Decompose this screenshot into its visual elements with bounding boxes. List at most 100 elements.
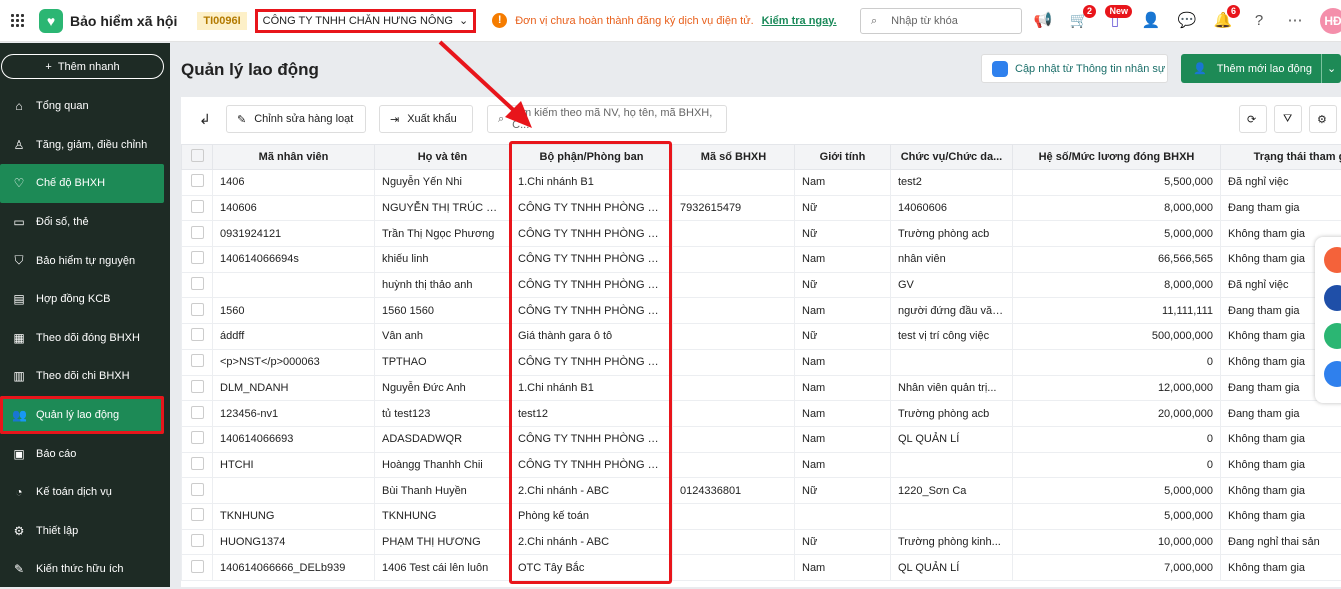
- table-cell: [673, 349, 795, 375]
- table-cell: người đứng đầu văn...: [891, 298, 1013, 324]
- sidebar-item[interactable]: ▣Báo cáo: [0, 434, 170, 473]
- column-header[interactable]: Mã nhân viên: [213, 145, 375, 170]
- sort-icon[interactable]: ↲: [199, 111, 211, 128]
- quick-add-button[interactable]: +Thêm nhanh: [1, 54, 164, 79]
- avatar[interactable]: HĐ: [1320, 8, 1341, 34]
- row-checkbox[interactable]: [182, 452, 213, 478]
- notification-badge: 6: [1227, 5, 1240, 18]
- row-checkbox[interactable]: [182, 478, 213, 504]
- floating-actions: [1315, 237, 1341, 403]
- table-row[interactable]: Bùi Thanh Huyền2.Chi nhánh - ABC01243368…: [182, 478, 1341, 504]
- row-checkbox[interactable]: [182, 503, 213, 529]
- sidebar-item[interactable]: ⛉Bảo hiểm tự nguyện: [0, 241, 170, 280]
- column-header[interactable]: Chức vụ/Chức da...: [891, 145, 1013, 170]
- column-header[interactable]: Trạng thái tham gi: [1221, 145, 1341, 170]
- row-checkbox[interactable]: [182, 298, 213, 324]
- help-icon[interactable]: ?: [1248, 10, 1270, 32]
- add-user-icon[interactable]: 👤: [1140, 10, 1162, 32]
- chatbot-icon[interactable]: [1324, 285, 1341, 311]
- row-checkbox[interactable]: [182, 170, 213, 196]
- column-header[interactable]: Họ và tên: [375, 145, 511, 170]
- table-row[interactable]: TKNHUNGTKNHUNGPhòng kế toán5,000,000Khôn…: [182, 503, 1341, 529]
- keyword-search[interactable]: ⌕Nhập từ khóa: [860, 8, 1022, 34]
- table-row[interactable]: 140614066666_DELb9391406 Test cái lên lu…: [182, 555, 1341, 581]
- sidebar-item[interactable]: ✎Kiến thức hữu ích: [0, 550, 170, 589]
- select-all-checkbox[interactable]: [182, 145, 213, 170]
- table-cell: [891, 452, 1013, 478]
- sidebar-item[interactable]: ▭Đổi số, thẻ: [0, 203, 170, 242]
- filter-button[interactable]: ⛛: [1274, 105, 1302, 133]
- table-cell: 140606: [213, 195, 375, 221]
- row-checkbox[interactable]: [182, 324, 213, 350]
- table-row[interactable]: HUONG1374PHẠM THỊ HƯƠNG2.Chi nhánh - ABC…: [182, 529, 1341, 555]
- sidebar-item[interactable]: ◔Kế toán dịch vụ: [0, 473, 170, 512]
- bulk-edit-button[interactable]: ✎Chỉnh sửa hàng loạt: [226, 105, 366, 133]
- sidebar-item[interactable]: ♡Chế độ BHXH: [0, 164, 164, 203]
- column-header[interactable]: Bộ phận/Phòng ban: [511, 145, 673, 170]
- table-row[interactable]: DLM_NDANHNguyễn Đức Anh1.Chi nhánh B1Nam…: [182, 375, 1341, 401]
- row-checkbox[interactable]: [182, 375, 213, 401]
- employee-search-input[interactable]: ⌕Tìm kiếm theo mã NV, họ tên, mã BHXH, C…: [487, 105, 727, 133]
- sidebar-item[interactable]: 👥Quản lý lao động: [0, 396, 164, 435]
- table-row[interactable]: HTCHIHoàngg Thanhh ChiiCÔNG TY TNHH PHÒN…: [182, 452, 1341, 478]
- table-cell: 1406 Test cái lên luôn: [375, 555, 511, 581]
- megaphone-icon[interactable]: 📢: [1032, 10, 1054, 32]
- check-now-link[interactable]: Kiểm tra ngay.: [762, 15, 837, 27]
- table-cell: Nữ: [795, 195, 891, 221]
- ai-assistant-icon[interactable]: [1324, 247, 1341, 273]
- sidebar-item[interactable]: ⚙Thiết lập: [0, 512, 170, 551]
- row-checkbox[interactable]: [182, 529, 213, 555]
- keyword-search-input[interactable]: Nhập từ khóa: [891, 15, 958, 27]
- table-row[interactable]: <p>NST</p>000063TPTHAOCÔNG TY TNHH PHÒNG…: [182, 349, 1341, 375]
- table-cell: [673, 272, 795, 298]
- table-row[interactable]: 15601560 1560CÔNG TY TNHH PHÒNG QTD...Na…: [182, 298, 1341, 324]
- app-grid-icon[interactable]: [11, 14, 25, 28]
- sync-hr-button[interactable]: Cập nhật từ Thông tin nhân sự: [981, 54, 1168, 83]
- table-row[interactable]: 140614066693ADASDADWQRCÔNG TY TNHH PHÒNG…: [182, 426, 1341, 452]
- cart-icon[interactable]: 🛒2: [1068, 10, 1090, 32]
- row-checkbox[interactable]: [182, 401, 213, 427]
- table-cell: 8,000,000: [1013, 272, 1221, 298]
- column-header[interactable]: Hệ số/Mức lương đóng BHXH: [1013, 145, 1221, 170]
- chevron-down-icon[interactable]: ⌄: [1327, 62, 1336, 75]
- table-row[interactable]: 140614066694skhiếu linhCÔNG TY TNHH PHÒN…: [182, 247, 1341, 273]
- table-row[interactable]: 1406Nguyễn Yến Nhi1.Chi nhánh B1Namtest2…: [182, 170, 1341, 196]
- sidebar-item[interactable]: ▤Hợp đồng KCB: [0, 280, 170, 319]
- column-header[interactable]: Giới tính: [795, 145, 891, 170]
- refresh-button[interactable]: ⟳: [1239, 105, 1267, 133]
- row-checkbox[interactable]: [182, 555, 213, 581]
- table-cell: CÔNG TY TNHH PHÒNG QTD...: [511, 221, 673, 247]
- info-icon[interactable]: [1324, 361, 1341, 387]
- sidebar-item[interactable]: ▥Theo dõi chi BHXH: [0, 357, 170, 396]
- support-icon[interactable]: [1324, 323, 1341, 349]
- row-checkbox[interactable]: [182, 195, 213, 221]
- table-row[interactable]: 123456-nv1tủ test123test12NamTrường phòn…: [182, 401, 1341, 427]
- sidebar-item[interactable]: ⌂Tổng quan: [0, 87, 170, 126]
- sidebar-item-icon: ⌂: [12, 99, 26, 113]
- export-button[interactable]: ⇥Xuất khẩu: [379, 105, 473, 133]
- mobile-icon[interactable]: ▯New: [1104, 10, 1126, 32]
- table-row[interactable]: áddffVân anhGiá thành gara ô tôNữtest vị…: [182, 324, 1341, 350]
- table-cell: Nữ: [795, 324, 891, 350]
- table-cell: [795, 503, 891, 529]
- bell-icon[interactable]: 🔔6: [1212, 10, 1234, 32]
- row-checkbox[interactable]: [182, 221, 213, 247]
- column-header[interactable]: Mã số BHXH: [673, 145, 795, 170]
- sidebar-item-icon: ▦: [12, 331, 26, 345]
- settings-button[interactable]: ⚙: [1309, 105, 1337, 133]
- sidebar-item[interactable]: ▦Theo dõi đóng BHXH: [0, 319, 170, 358]
- table-cell: 0: [1013, 349, 1221, 375]
- sidebar-item[interactable]: ♙Tăng, giảm, điều chỉnh: [0, 126, 170, 165]
- company-selector[interactable]: CÔNG TY TNHH CHĂN HƯNG NÔNG⌄: [255, 9, 477, 33]
- row-checkbox[interactable]: [182, 247, 213, 273]
- table-cell: Không tham gia: [1221, 555, 1341, 581]
- more-icon[interactable]: ⋯: [1284, 10, 1306, 32]
- table-row[interactable]: huỳnh thị thảo anhCÔNG TY TNHH PHÒNG QTD…: [182, 272, 1341, 298]
- row-checkbox[interactable]: [182, 426, 213, 452]
- row-checkbox[interactable]: [182, 272, 213, 298]
- table-row[interactable]: 0931924121Trần Thị Ngọc PhươngCÔNG TY TN…: [182, 221, 1341, 247]
- row-checkbox[interactable]: [182, 349, 213, 375]
- chat-icon[interactable]: 💬: [1176, 10, 1198, 32]
- table-row[interactable]: 140606NGUYỄN THỊ TRÚC LINHCÔNG TY TNHH P…: [182, 195, 1341, 221]
- add-employee-button[interactable]: 👤Thêm mới lao động⌄: [1181, 54, 1341, 83]
